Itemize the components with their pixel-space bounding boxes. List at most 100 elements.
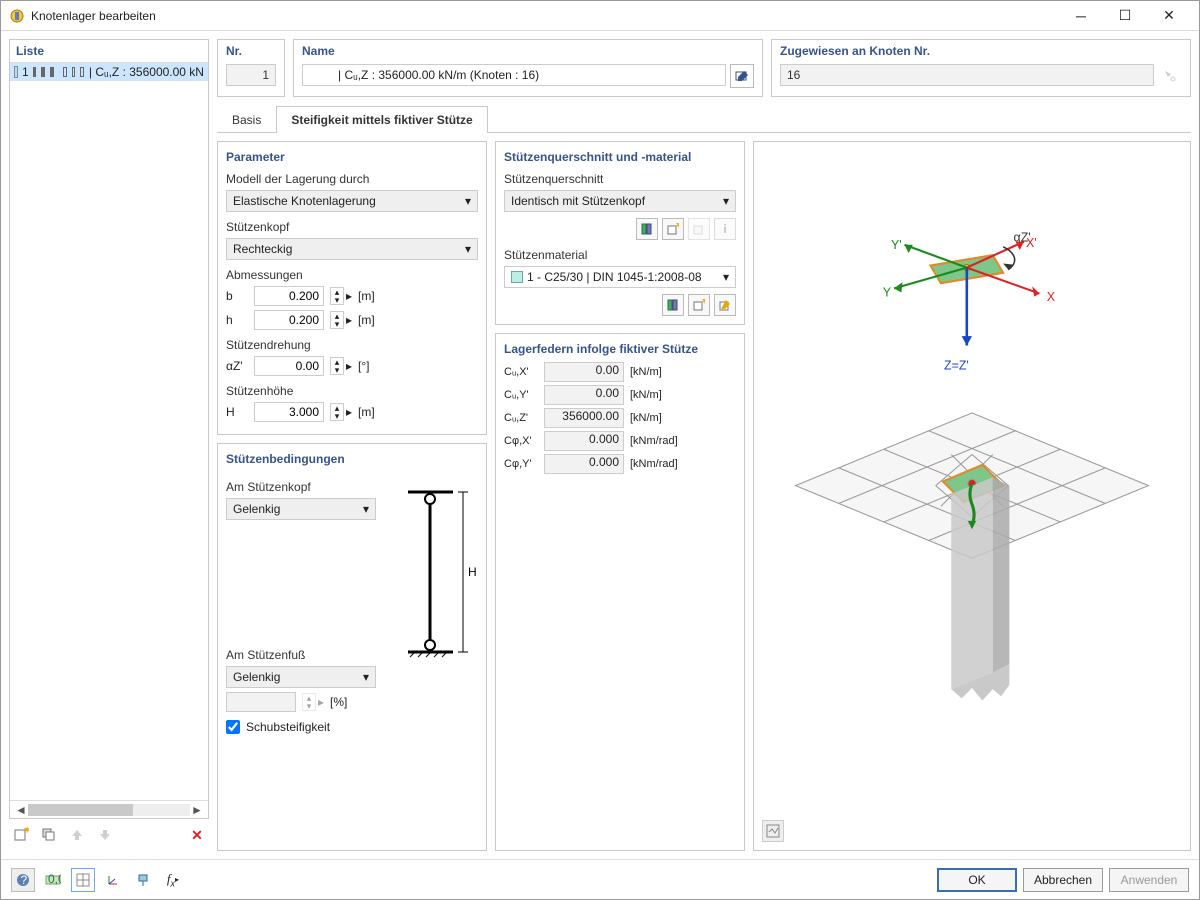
mat-combo[interactable]: 1 - C25/30 | DIN 1045-1:2008-08 ▾ [504,266,736,288]
model-combo[interactable]: Elastische Knotenlagerung▾ [226,190,478,212]
spin-down-icon[interactable]: ▾ [331,412,343,420]
spring-val: 0.000 [544,431,624,451]
pick-node-button[interactable] [1158,64,1182,88]
preview-3d[interactable]: X X' Y Y' Z=Z' αZ' [753,141,1191,851]
shear-label: Schubsteifigkeit [246,720,330,734]
edit-mat-button[interactable] [714,294,736,316]
apply-button: Anwenden [1109,868,1189,892]
tab-stiffness[interactable]: Steifigkeit mittels fiktiver Stütze [276,106,487,133]
new-mat-button[interactable]: ✶ [688,294,710,316]
bot-cond-label: Am Stützenfuß [226,648,388,662]
rot-unit: [°] [358,359,369,373]
cs-label: Stützenquerschnitt [504,172,736,186]
top-cond-combo[interactable]: Gelenkig▾ [226,498,376,520]
bot-cond-combo[interactable]: Gelenkig▾ [226,666,376,688]
edit-name-button[interactable] [730,64,754,88]
formula-button[interactable]: fx▸ [161,868,185,892]
head-combo[interactable]: Rechteckig▾ [226,238,478,260]
titlebar: Knotenlager bearbeiten ─ ☐ ✕ [1,1,1199,31]
tab-basis[interactable]: Basis [217,106,276,133]
dof-icon [50,67,54,77]
color-swatch-icon [14,66,18,78]
pct-unit: [%] [330,695,347,709]
b-label: b [226,289,248,303]
chevron-down-icon: ▾ [363,670,369,684]
svg-text:αZ': αZ' [1014,231,1031,245]
H-input[interactable] [254,402,324,422]
mat-label: Stützenmaterial [504,248,736,262]
h-input[interactable] [254,310,324,330]
H-unit: [m] [358,405,375,419]
spring-val: 0.000 [544,454,624,474]
spring-val: 0.00 [544,362,624,382]
new-cs-button[interactable]: ✶ [662,218,684,240]
list-item[interactable]: 1 | Cᵤ,Z : 356000.00 kN [10,63,208,81]
new-item-button[interactable]: ✶ [9,823,33,847]
list-item-text: | Cᵤ,Z : 356000.00 kN [89,65,204,79]
delete-item-button[interactable]: ✕ [185,823,209,847]
cancel-button[interactable]: Abbrechen [1023,868,1103,892]
library-button[interactable] [636,218,658,240]
list-item-number: 1 [22,65,29,79]
spin-down-icon[interactable]: ▾ [331,366,343,374]
preview-settings-button[interactable] [762,820,784,842]
rot-input[interactable] [254,356,324,376]
mat-library-button[interactable] [662,294,684,316]
move-up-button[interactable] [65,823,89,847]
dof-icon [63,67,67,77]
scroll-left-icon[interactable]: ◄ [14,803,28,817]
cs-combo[interactable]: Identisch mit Stützenkopf▾ [504,190,736,212]
maximize-button[interactable]: ☐ [1103,2,1147,30]
name-field[interactable]: | Cᵤ,Z : 356000.00 kN/m (Knoten : 16) [302,64,726,86]
b-input[interactable] [254,286,324,306]
top-cond-label: Am Stützenkopf [226,480,388,494]
chevron-down-icon: ▾ [465,242,471,256]
step-icon[interactable]: ▸ [346,313,352,327]
svg-text:✶: ✶ [674,223,679,232]
close-button[interactable]: ✕ [1147,2,1191,30]
view-axes-button[interactable] [101,868,125,892]
height-label: Stützenhöhe [226,384,478,398]
copy-item-button[interactable] [37,823,61,847]
spin-down-icon[interactable]: ▾ [331,320,343,328]
view-mesh-button[interactable] [71,868,95,892]
step-icon[interactable]: ▸ [346,405,352,419]
svg-text:✶: ✶ [22,827,29,837]
info-button[interactable]: i [714,218,736,240]
scroll-right-icon[interactable]: ► [190,803,204,817]
dof-icon [72,67,76,77]
window-title: Knotenlager bearbeiten [31,9,156,23]
name-label: Name [302,44,754,58]
b-unit: [m] [358,289,375,303]
rot-label: Stützendrehung [226,338,478,352]
edit-cs-button [688,218,710,240]
svg-text:?: ? [21,873,28,887]
svg-text:0,00: 0,00 [48,873,61,886]
svg-text:Y: Y [883,286,892,300]
list-hscroll[interactable]: ◄ ► [10,800,208,818]
shear-checkbox[interactable] [226,720,240,734]
units-button[interactable]: 0,00 [41,868,65,892]
move-down-button[interactable] [93,823,117,847]
model-label: Modell der Lagerung durch [226,172,478,186]
step-icon[interactable]: ▸ [346,359,352,373]
svg-text:Z=Z': Z=Z' [944,358,969,372]
rot-sym: αZ' [226,359,248,373]
chevron-down-icon: ▾ [723,270,729,284]
svg-text:✶: ✶ [700,299,705,308]
step-icon[interactable]: ▸ [346,289,352,303]
ok-button[interactable]: OK [937,868,1017,892]
parameter-title: Parameter [226,150,478,164]
minimize-button[interactable]: ─ [1059,2,1103,30]
help-button[interactable]: ? [11,868,35,892]
head-label: Stützenkopf [226,220,478,234]
app-icon [9,8,25,24]
material-color-icon [511,271,523,283]
spring-val: 0.00 [544,385,624,405]
svg-text:X: X [1047,290,1056,304]
view-support-button[interactable] [131,868,155,892]
assigned-field[interactable]: 16 [780,64,1154,86]
assigned-label: Zugewiesen an Knoten Nr. [780,44,1182,58]
h-label: h [226,313,248,327]
spin-down-icon[interactable]: ▾ [331,296,343,304]
